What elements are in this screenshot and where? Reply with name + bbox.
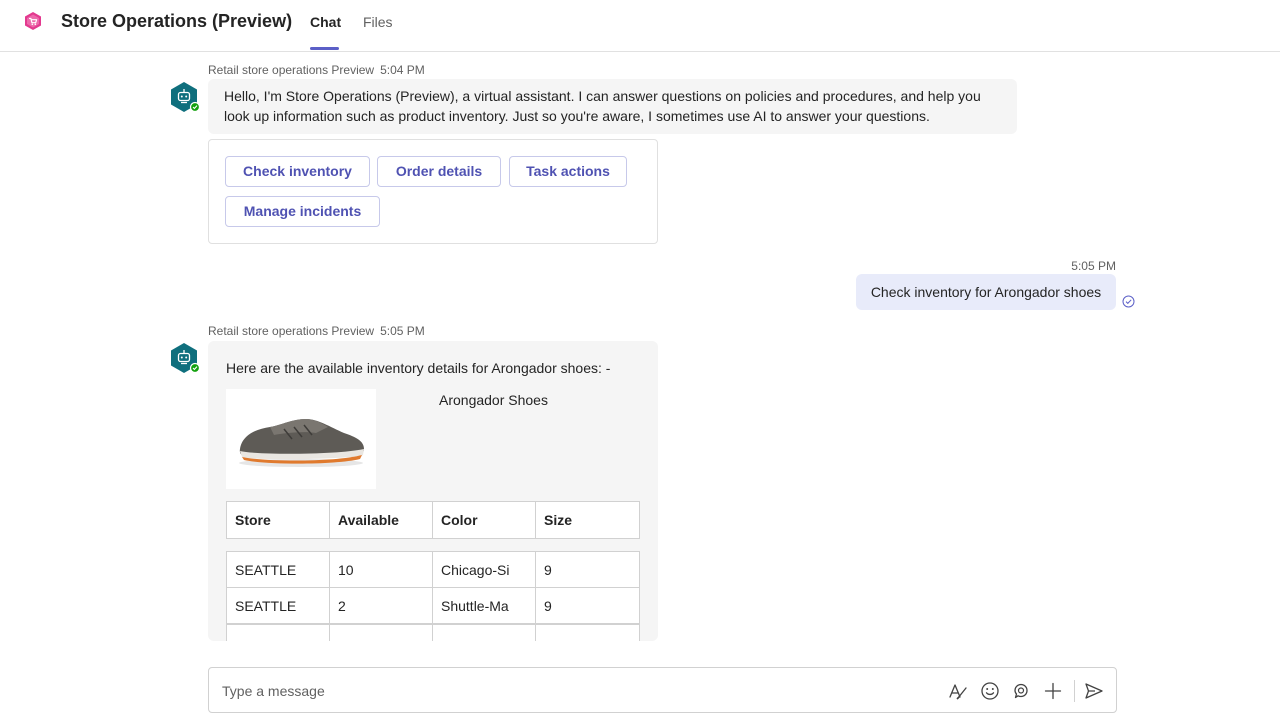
cell-color bbox=[433, 625, 536, 641]
user1-message-bubble: Check inventory for Arongador shoes bbox=[856, 274, 1116, 310]
bot1-time: 5:04 PM bbox=[380, 63, 425, 77]
cell-store: SEATTLE bbox=[227, 552, 330, 587]
cell-size: 9 bbox=[544, 598, 552, 614]
order-details-button[interactable]: Order details bbox=[377, 156, 501, 187]
cell-available: 2 bbox=[330, 588, 433, 623]
table-row: SEATTLE 10 Chicago-Si 9 bbox=[226, 551, 640, 588]
bot2-time: 5:05 PM bbox=[380, 324, 425, 338]
user1-message-text: Check inventory for Arongador shoes bbox=[870, 284, 1102, 300]
table-row: SEATTLE 2 Shuttle-Ma 9 bbox=[226, 587, 640, 624]
cell-store bbox=[227, 625, 330, 641]
message-input[interactable] bbox=[222, 681, 922, 701]
cell-size bbox=[536, 625, 639, 641]
send-icon[interactable] bbox=[1083, 680, 1105, 702]
compose-box bbox=[208, 667, 1117, 713]
cell-color: Chicago-Si bbox=[433, 552, 536, 587]
bot-avatar-icon[interactable] bbox=[168, 81, 200, 113]
read-check-icon bbox=[1122, 295, 1135, 308]
check-inventory-button[interactable]: Check inventory bbox=[225, 156, 370, 187]
product-title: Arongador Shoes bbox=[439, 392, 548, 408]
active-tab-indicator bbox=[310, 47, 339, 50]
bot1-meta: Retail store operations Preview 5:04 PM bbox=[208, 62, 425, 78]
table-row bbox=[226, 624, 640, 641]
cell-size: 9 bbox=[544, 562, 552, 578]
header-available: Available bbox=[330, 502, 433, 538]
header-color: Color bbox=[433, 502, 536, 538]
inventory-table-header: Store Available Color Size bbox=[226, 501, 640, 539]
format-icon[interactable] bbox=[947, 680, 969, 702]
product-image bbox=[226, 389, 376, 489]
tab-files[interactable]: Files bbox=[363, 13, 393, 31]
cell-color: Shuttle-Ma bbox=[433, 588, 536, 623]
tab-chat[interactable]: Chat bbox=[310, 13, 341, 31]
shoe-image-icon bbox=[239, 419, 364, 467]
compose-divider bbox=[1074, 680, 1075, 702]
attach-plus-icon[interactable] bbox=[1042, 680, 1064, 702]
bot1-message-text: Hello, I'm Store Operations (Preview), a… bbox=[224, 88, 981, 124]
header-store: Store bbox=[227, 502, 330, 538]
header-size: Size bbox=[544, 512, 573, 528]
bot1-message-bubble: Hello, I'm Store Operations (Preview), a… bbox=[208, 79, 1017, 134]
bot1-sender: Retail store operations Preview bbox=[208, 63, 375, 77]
bot-avatar-icon[interactable] bbox=[168, 342, 200, 374]
app-title: Store Operations (Preview) bbox=[61, 11, 293, 31]
bot2-sender: Retail store operations Preview bbox=[208, 324, 375, 338]
manage-incidents-button[interactable]: Manage incidents bbox=[225, 196, 380, 227]
bot2-meta: Retail store operations Preview 5:05 PM bbox=[208, 323, 425, 339]
app-header: Store Operations (Preview) Chat Files bbox=[0, 0, 1280, 52]
loop-icon[interactable] bbox=[1010, 680, 1032, 702]
inventory-card: Here are the available inventory details… bbox=[208, 341, 658, 641]
inventory-intro-text: Here are the available inventory details… bbox=[226, 360, 611, 376]
cell-available bbox=[330, 625, 433, 641]
task-actions-button[interactable]: Task actions bbox=[509, 156, 627, 187]
emoji-icon[interactable] bbox=[979, 680, 1001, 702]
bot1-action-card: Check inventory Order details Task actio… bbox=[208, 139, 658, 244]
cell-store: SEATTLE bbox=[227, 588, 330, 623]
cell-available: 10 bbox=[330, 552, 433, 587]
store-operations-logo-icon bbox=[25, 12, 41, 30]
user1-time: 5:05 PM bbox=[1071, 259, 1116, 273]
